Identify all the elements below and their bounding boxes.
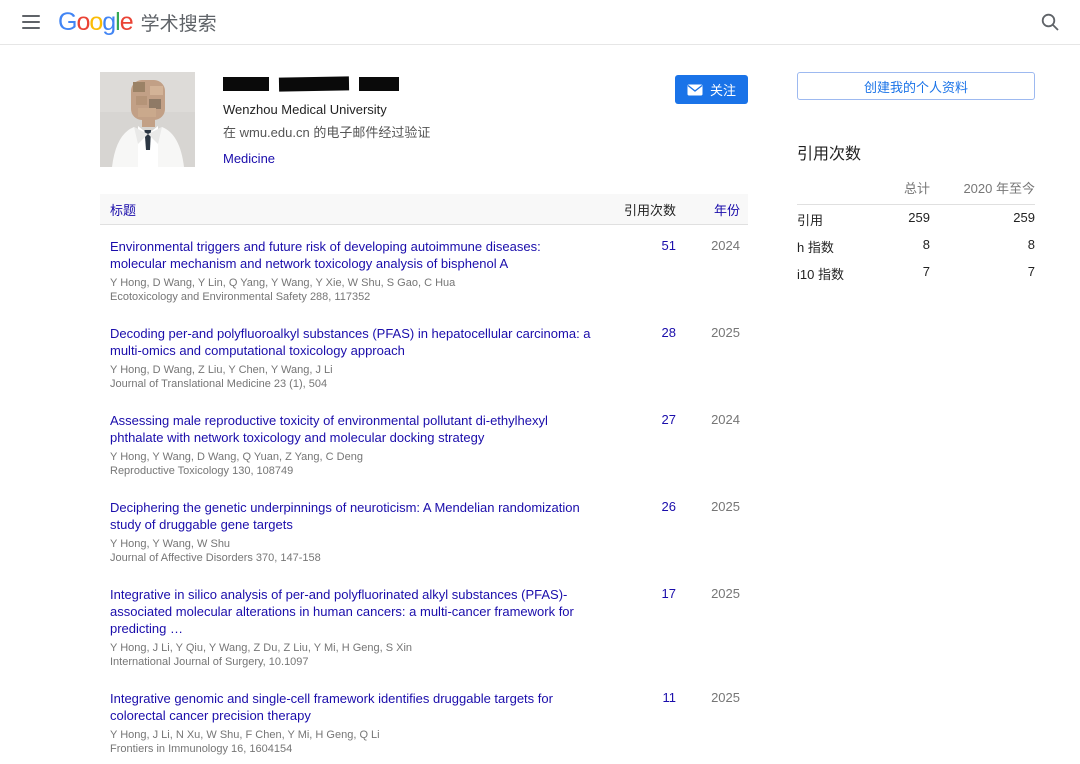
article-main: Integrative in silico analysis of per-an… <box>110 586 606 669</box>
create-profile-button[interactable]: 创建我的个人资料 <box>797 72 1035 100</box>
citations-col-total: 总计 <box>860 178 930 197</box>
article-row: Decoding per-and polyfluoroalkyl substan… <box>100 312 748 399</box>
article-row: Integrative genomic and single-cell fram… <box>100 677 748 764</box>
article-year: 2025 <box>676 325 740 340</box>
logo-letter: G <box>58 8 76 36</box>
article-venue: Journal of Translational Medicine 23 (1)… <box>110 377 596 391</box>
citations-col-since: 2020 年至今 <box>930 178 1035 197</box>
stat-total: 7 <box>860 264 930 283</box>
article-title-link[interactable]: Deciphering the genetic underpinnings of… <box>110 499 596 533</box>
article-year: 2025 <box>676 586 740 601</box>
article-title-link[interactable]: Integrative genomic and single-cell fram… <box>110 690 596 724</box>
article-authors: Y Hong, J Li, Y Qiu, Y Wang, Z Du, Z Liu… <box>110 641 596 655</box>
article-authors: Y Hong, Y Wang, W Shu <box>110 537 596 551</box>
cited-by-count[interactable]: 17 <box>606 586 676 601</box>
profile-photo <box>100 72 195 167</box>
article-row: Environmental triggers and future risk o… <box>100 225 748 312</box>
logo-letter: e <box>120 8 133 36</box>
article-year: 2024 <box>676 238 740 253</box>
stat-since: 8 <box>930 237 1035 256</box>
logo-letter: o <box>89 8 102 36</box>
stat-total: 259 <box>860 210 930 229</box>
articles-table-header: 标题 引用次数 年份 <box>100 194 748 225</box>
article-main: Decoding per-and polyfluoroalkyl substan… <box>110 325 606 391</box>
article-venue: International Journal of Surgery, 10.109… <box>110 655 596 669</box>
article-venue: Reproductive Toxicology 130, 108749 <box>110 464 596 478</box>
top-bar: Google 学术搜索 <box>0 0 1080 45</box>
article-year: 2025 <box>676 690 740 705</box>
stat-total: 8 <box>860 237 930 256</box>
logo-letter: g <box>102 8 115 36</box>
article-main: Environmental triggers and future risk o… <box>110 238 606 304</box>
affiliation: Wenzhou Medical University <box>223 102 430 117</box>
search-icon[interactable] <box>1034 6 1066 38</box>
article-row: Deciphering the genetic underpinnings of… <box>100 486 748 573</box>
article-venue: Ecotoxicology and Environmental Safety 2… <box>110 290 596 304</box>
logo-letter: o <box>76 8 89 36</box>
stat-since: 259 <box>930 210 1035 229</box>
sort-by-title[interactable]: 标题 <box>110 200 606 219</box>
stat-since: 7 <box>930 264 1035 283</box>
cited-by-count[interactable]: 27 <box>606 412 676 427</box>
right-sidebar: 创建我的个人资料 引用次数 总计 2020 年至今 引用 259 259 h 指… <box>797 72 1035 764</box>
citations-title: 引用次数 <box>797 140 1035 164</box>
citations-row: i10 指数 7 7 <box>797 259 1035 286</box>
interest-link[interactable]: Medicine <box>223 151 275 166</box>
article-year: 2025 <box>676 499 740 514</box>
article-row: Integrative in silico analysis of per-an… <box>100 573 748 677</box>
profile-info: Wenzhou Medical University 在 wmu.edu.cn … <box>223 72 430 168</box>
stat-label: i10 指数 <box>797 264 860 283</box>
citations-row: 引用 259 259 <box>797 205 1035 232</box>
article-authors: Y Hong, D Wang, Y Lin, Q Yang, Y Wang, Y… <box>110 276 596 290</box>
follow-icon <box>687 84 703 96</box>
article-main: Deciphering the genetic underpinnings of… <box>110 499 606 565</box>
google-logo[interactable]: Google <box>58 8 133 37</box>
article-title-link[interactable]: Decoding per-and polyfluoroalkyl substan… <box>110 325 596 359</box>
article-authors: Y Hong, D Wang, Z Liu, Y Chen, Y Wang, J… <box>110 363 596 377</box>
main-column: Wenzhou Medical University 在 wmu.edu.cn … <box>100 72 748 764</box>
cited-by-count[interactable]: 28 <box>606 325 676 340</box>
profile-header: Wenzhou Medical University 在 wmu.edu.cn … <box>100 72 748 168</box>
sort-by-year[interactable]: 年份 <box>676 200 740 219</box>
citations-table-header: 总计 2020 年至今 <box>797 178 1035 205</box>
verified-email: 在 wmu.edu.cn 的电子邮件经过验证 <box>223 122 430 141</box>
article-venue: Journal of Affective Disorders 370, 147-… <box>110 551 596 565</box>
product-name: 学术搜索 <box>141 9 217 36</box>
article-row: Assessing male reproductive toxicity of … <box>100 399 748 486</box>
citations-panel: 引用次数 总计 2020 年至今 引用 259 259 h 指数 8 8 i10… <box>797 140 1035 286</box>
stat-label: h 指数 <box>797 237 860 256</box>
cited-by-count[interactable]: 51 <box>606 238 676 253</box>
article-title-link[interactable]: Environmental triggers and future risk o… <box>110 238 596 272</box>
cited-by-count[interactable]: 11 <box>606 690 676 705</box>
article-main: Assessing male reproductive toxicity of … <box>110 412 606 478</box>
article-authors: Y Hong, J Li, N Xu, W Shu, F Chen, Y Mi,… <box>110 728 596 742</box>
article-title-link[interactable]: Assessing male reproductive toxicity of … <box>110 412 596 446</box>
cited-by-count[interactable]: 26 <box>606 499 676 514</box>
article-venue: Frontiers in Immunology 16, 1604154 <box>110 742 596 756</box>
follow-button[interactable]: 关注 <box>675 75 748 104</box>
article-title-link[interactable]: Integrative in silico analysis of per-an… <box>110 586 596 637</box>
sort-by-citations: 引用次数 <box>606 200 676 219</box>
page-content: Wenzhou Medical University 在 wmu.edu.cn … <box>0 45 1080 764</box>
article-authors: Y Hong, Y Wang, D Wang, Q Yuan, Z Yang, … <box>110 450 596 464</box>
follow-label: 关注 <box>710 80 736 99</box>
stat-label: 引用 <box>797 210 860 229</box>
citations-row: h 指数 8 8 <box>797 232 1035 259</box>
menu-icon[interactable] <box>14 5 48 39</box>
redacted-name <box>223 76 430 92</box>
article-year: 2024 <box>676 412 740 427</box>
article-main: Integrative genomic and single-cell fram… <box>110 690 606 756</box>
